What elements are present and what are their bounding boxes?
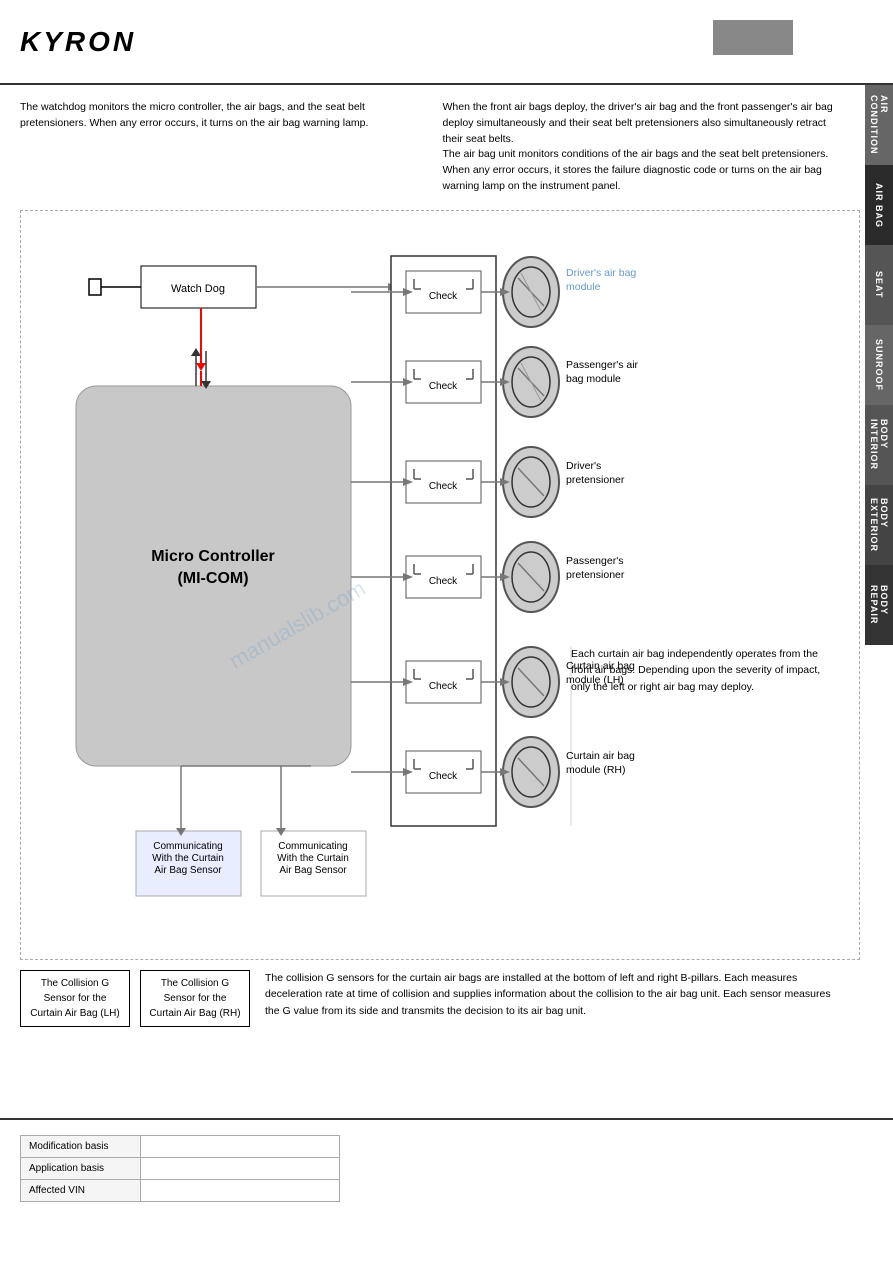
footer-table: Modification basis Application basis Aff… [20,1135,340,1202]
svg-text:Communicating: Communicating [278,841,347,852]
tab-sunroof[interactable]: SUNROOF [865,325,893,405]
tab-body-interior[interactable]: BODYINTERIOR [865,405,893,485]
footer-row-modification: Modification basis [21,1136,340,1158]
diagram-area: Watch Dog Micro Controller (MI-COM) [20,210,860,960]
logo: KYRON [20,26,136,58]
tab-body-exterior[interactable]: BODYEXTERIOR [865,485,893,565]
collision-box-rh: The Collision GSensor for theCurtain Air… [140,970,250,1027]
diagram-svg: Watch Dog Micro Controller (MI-COM) [21,211,859,959]
svg-text:(MI-COM): (MI-COM) [177,570,248,587]
svg-text:With the Curtain: With the Curtain [277,853,349,864]
svg-text:Air Bag Sensor: Air Bag Sensor [279,865,347,876]
svg-text:Check: Check [429,481,458,492]
collision-box-lh: The Collision GSensor for theCurtain Air… [20,970,130,1027]
collision-text: The collision G sensors for the curtain … [265,970,845,1020]
footer-label-application: Application basis [21,1158,141,1180]
svg-text:Check: Check [429,681,458,692]
intro-text: The watchdog monitors the micro controll… [20,100,845,195]
module-label-4: Passenger'spretensioner [566,554,624,583]
svg-text:Check: Check [429,291,458,302]
tab-air-bag[interactable]: AIR BAG [865,165,893,245]
svg-text:Check: Check [429,771,458,782]
collision-section: The Collision GSensor for theCurtain Air… [20,970,845,1027]
module-label-6: Curtain air bagmodule (RH) [566,749,635,778]
svg-text:With the Curtain: With the Curtain [152,853,224,864]
footer: Modification basis Application basis Aff… [0,1118,893,1263]
svg-text:Communicating: Communicating [153,841,222,852]
footer-value-affected [140,1180,339,1202]
module-label-3: Driver'spretensioner [566,459,624,488]
svg-text:Check: Check [429,576,458,587]
footer-label-modification: Modification basis [21,1136,141,1158]
module-label-1: Driver's air bagmodule [566,266,636,295]
svg-text:Air Bag Sensor: Air Bag Sensor [154,865,222,876]
footer-row-affected: Affected VIN [21,1180,340,1202]
tab-body-repair[interactable]: BODYREPAIR [865,565,893,645]
curtain-description: Each curtain air bag independently opera… [571,646,841,696]
header: KYRON [0,0,893,85]
footer-value-application [140,1158,339,1180]
footer-value-modification [140,1136,339,1158]
collision-boxes: The Collision GSensor for theCurtain Air… [20,970,250,1027]
footer-label-affected: Affected VIN [21,1180,141,1202]
module-label-2: Passenger's airbag module [566,358,638,387]
intro-left-text: The watchdog monitors the micro controll… [20,100,423,195]
header-badge [713,20,793,55]
svg-text:Check: Check [429,381,458,392]
svg-text:Watch Dog: Watch Dog [171,283,225,295]
intro-right-text: When the front air bags deploy, the driv… [443,100,846,195]
tab-seat[interactable]: SEAT [865,245,893,325]
footer-row-application: Application basis [21,1158,340,1180]
main-content: The watchdog monitors the micro controll… [0,85,865,1118]
sidebar-tabs: AIRCONDITION AIR BAG SEAT SUNROOF BODYIN… [865,85,893,645]
svg-text:Micro Controller: Micro Controller [151,548,275,565]
tab-air-condition[interactable]: AIRCONDITION [865,85,893,165]
